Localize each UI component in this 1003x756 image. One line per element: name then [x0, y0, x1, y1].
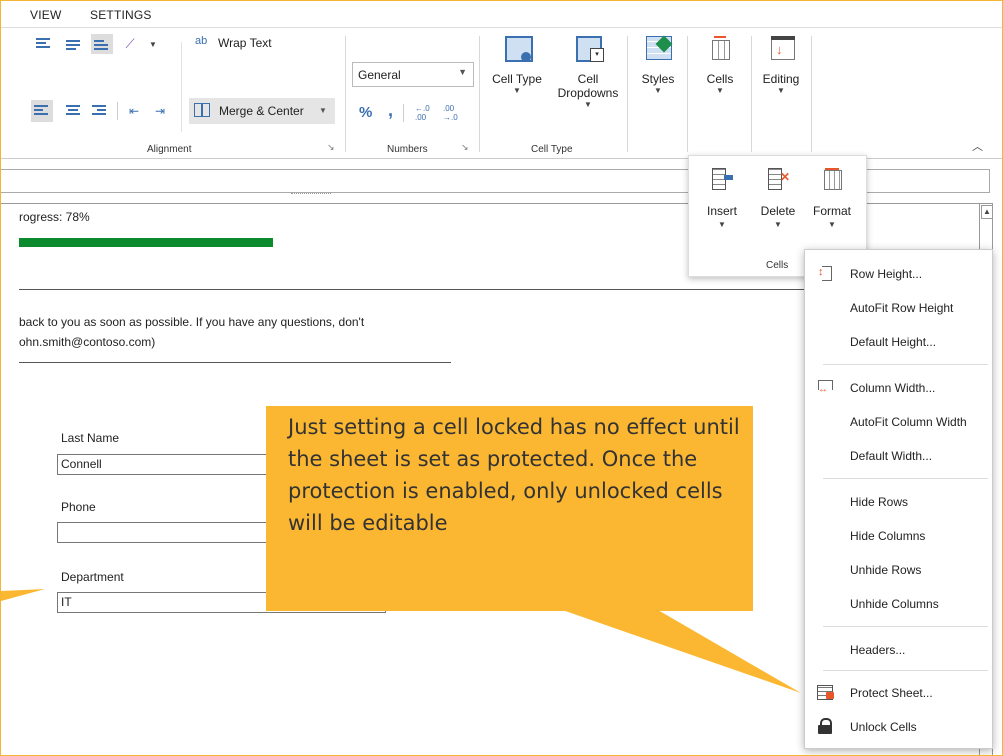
callout-note: Just setting a cell locked has no effect…: [266, 406, 753, 611]
callout-pointers: [1, 589, 801, 693]
app-window: VIEW SETTINGS ⟋ ▼ ⇤ ⇥ ab Wrap Text Merge…: [0, 0, 1003, 756]
callout-pointer-left: [1, 589, 45, 601]
callout-text: Just setting a cell locked has no effect…: [288, 415, 740, 535]
callout-pointer-to-protect: [551, 606, 801, 693]
